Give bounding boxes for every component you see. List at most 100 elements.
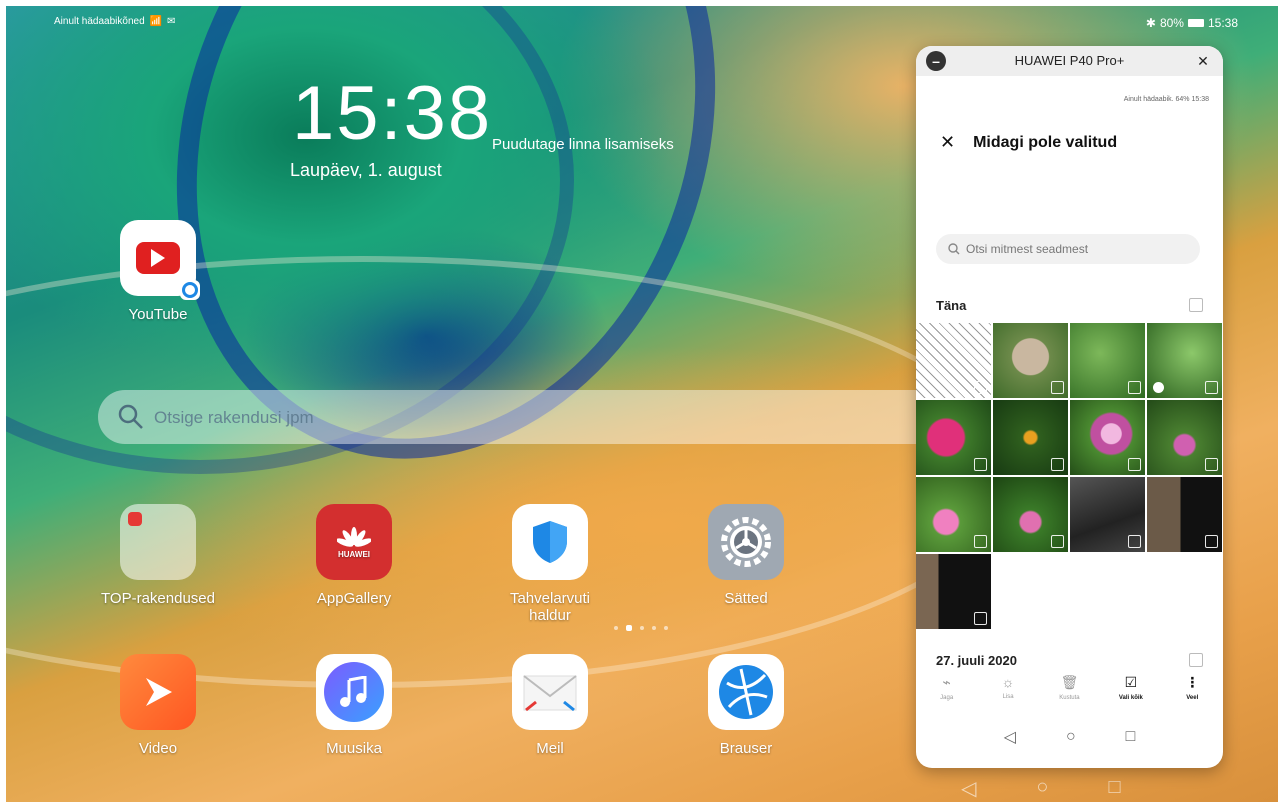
minimize-icon[interactable]: – [926,51,946,71]
app-appgallery[interactable]: HUAWEI AppGallery [294,504,414,607]
search-icon [118,404,143,429]
music-icon [316,654,392,730]
toolbar-share-button[interactable]: ⌁ Jaga [922,674,972,718]
search-placeholder: Otsige rakendusi jpm [154,408,314,427]
toolbar-more-button[interactable]: ⋮ Veel [1167,674,1217,718]
phone-nav-bar: ◁ ○ □ [916,722,1223,752]
photo-thumbnail[interactable] [916,477,991,552]
recents-icon[interactable]: □ [1108,776,1120,801]
phone-window-title: HUAWEI P40 Pro+ [1014,53,1125,68]
status-time: 15:38 [1207,16,1238,30]
photo-thumbnail[interactable] [993,477,1068,552]
twin-app-badge-icon [180,280,200,300]
app-label: Brauser [719,740,773,757]
section-past-label: 27. juuli 2020 [936,653,1017,668]
section-today-label: Täna [936,298,967,313]
photo-thumbnail[interactable] [1070,400,1145,475]
select-all-icon: ☑ [1124,674,1138,690]
photo-thumbnail[interactable] [916,400,991,475]
photo-thumbnail[interactable] [993,323,1068,398]
photo-thumbnail[interactable] [916,554,991,629]
phone-mirror-window[interactable]: – HUAWEI P40 Pro+ ✕ Ainult hädaabik. 64%… [916,46,1223,768]
app-muusika[interactable]: Muusika [294,654,414,757]
app-satted[interactable]: Sätted [686,504,806,607]
lock-clock[interactable]: 15:38 [292,76,492,152]
battery-percent: 80% [1159,16,1184,30]
bluetooth-icon: ✱ [1145,16,1156,30]
app-label: AppGallery [316,590,392,607]
app-label: Tahvelarvuti haldur [509,590,591,624]
notification-icon: ✉ [167,16,176,27]
lock-date: Laupäev, 1. august [290,160,442,180]
page-indicator[interactable] [614,625,668,631]
section-today-checkbox[interactable] [1189,298,1203,312]
gear-icon [708,504,784,580]
video-thumbnail[interactable] [1147,323,1222,398]
status-left-text: Ainult hädaabikõned [54,16,145,27]
phone-status-bar: Ainult hädaabik. 64% 15:38 [1123,96,1209,103]
shield-icon [512,504,588,580]
photo-thumbnail[interactable] [916,323,991,398]
close-icon[interactable]: ✕ [1193,51,1213,71]
selection-header: ✕ Midagi pole valitud [940,132,1117,153]
toolbar-add-button[interactable]: ☼ Lisa [983,674,1033,718]
mail-icon [512,654,588,730]
gallery-search-placeholder: Otsi mitmest seadmest [966,242,1089,256]
back-icon[interactable]: ◁ [1004,727,1016,747]
app-youtube[interactable]: YouTube [98,220,218,323]
search-icon [948,243,960,255]
photo-thumbnail[interactable] [1070,323,1145,398]
home-icon[interactable]: ○ [1066,728,1076,746]
photo-thumbnail[interactable] [1070,477,1145,552]
toolbar-label: Lisa [1002,694,1014,700]
back-icon[interactable]: ◁ [961,776,976,801]
add-city-hint[interactable]: Puudutage linna lisamiseks [492,136,674,153]
app-video[interactable]: Video [98,654,218,757]
app-label: Video [138,740,178,757]
app-label: Meil [536,740,564,757]
share-icon: ⌁ [942,674,951,690]
browser-icon [708,654,784,730]
app-top-rakendused[interactable]: TOP-rakendused [98,504,218,607]
gallery-search-input[interactable]: Otsi mitmest seadmest [936,234,1200,264]
tablet-nav-bar: ◁ ○ □ [961,776,1121,801]
youtube-icon [120,220,200,300]
huawei-icon: HUAWEI [316,504,392,580]
app-label: YouTube [128,306,188,323]
app-search-bar[interactable]: Otsige rakendusi jpm [98,390,928,444]
tablet-home-screen: Ainult hädaabikõned 📶 ✉ ✱ 80% 15:38 15:3… [6,6,1278,802]
video-play-icon [1153,382,1164,393]
selection-title: Midagi pole valitud [973,133,1118,151]
photo-thumbnail[interactable] [1147,477,1222,552]
photo-thumbnail[interactable] [993,400,1068,475]
toolbar-label: Vali kõik [1118,695,1143,701]
trash-icon: 🗑 [1060,674,1079,690]
app-brauser[interactable]: Brauser [686,654,806,757]
app-label: TOP-rakendused [101,590,215,607]
more-icon: ⋮ [1185,674,1200,690]
app-meil[interactable]: Meil [490,654,610,757]
cancel-selection-icon[interactable]: ✕ [940,132,955,153]
status-bar: Ainult hädaabikõned 📶 ✉ ✱ 80% 15:38 [6,6,1278,34]
bulb-icon: ☼ [1001,674,1015,690]
toolbar-label: Kustuta [1059,695,1080,701]
photo-grid [916,323,1223,629]
wifi-icon: 📶 [149,16,163,27]
app-tahvelarvuti-haldur[interactable]: Tahvelarvuti haldur [490,504,610,624]
toolbar-delete-button[interactable]: 🗑 Kustuta [1044,674,1094,718]
appgallery-brand: HUAWEI [338,549,370,559]
folder-icon [120,504,196,580]
photo-thumbnail[interactable] [1147,400,1222,475]
recents-icon[interactable]: □ [1126,728,1136,746]
toolbar-label: Jaga [940,695,954,701]
app-label: Sätted [724,590,768,607]
section-past-checkbox[interactable] [1189,653,1203,667]
phone-window-titlebar[interactable]: – HUAWEI P40 Pro+ ✕ [916,46,1223,76]
battery-icon [1187,19,1204,27]
selection-toolbar: ⌁ Jaga ☼ Lisa 🗑 Kustuta ☑ Vali kõik ⋮ Ve… [916,674,1223,718]
home-icon[interactable]: ○ [1036,776,1048,801]
app-label: Muusika [326,740,382,757]
toolbar-select-all-button[interactable]: ☑ Vali kõik [1106,674,1156,718]
play-icon [120,654,196,730]
toolbar-label: Veel [1186,695,1199,701]
